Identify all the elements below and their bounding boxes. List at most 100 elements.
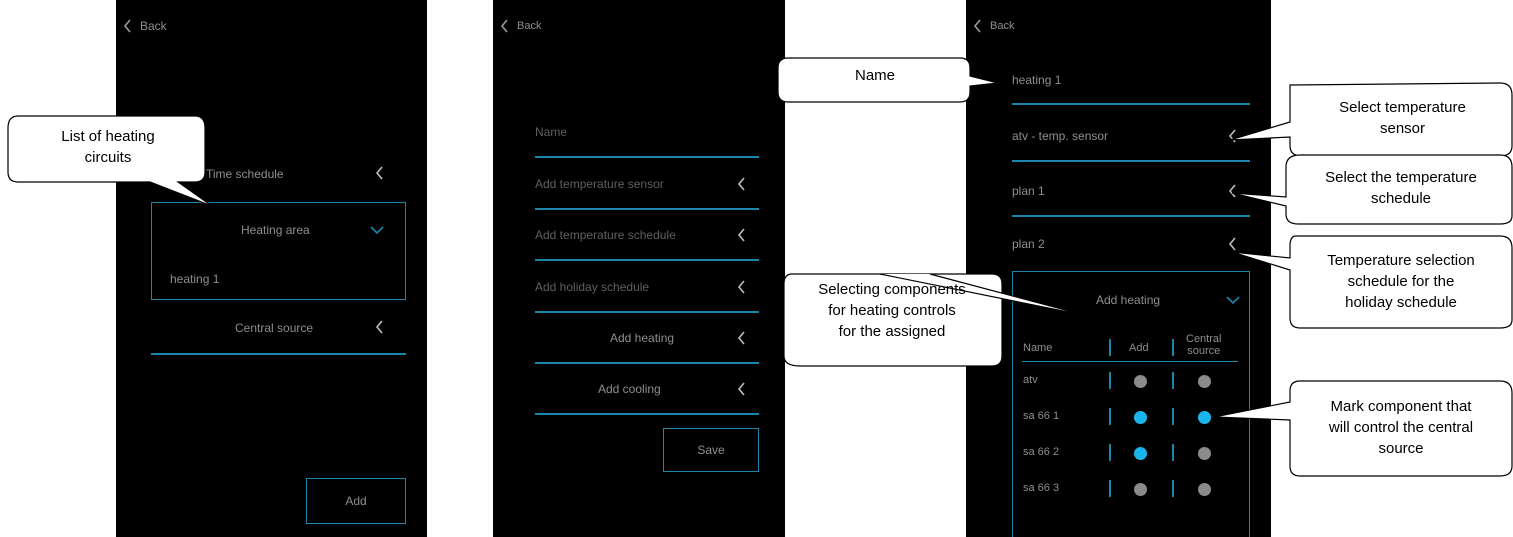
callout-line: Select temperature [1339, 99, 1466, 116]
component-name: sa 66 3 [1023, 482, 1060, 494]
chevron-left-icon[interactable] [737, 177, 746, 191]
divider [535, 259, 759, 261]
callout-line: source [1378, 440, 1424, 457]
chevron-left-icon[interactable] [1228, 237, 1237, 251]
central-source-toggle-dot[interactable] [1198, 411, 1211, 424]
screen-new-heating: Back Name Add temperature sensor Add tem… [493, 0, 785, 537]
divider [535, 208, 759, 210]
callout-line: schedule for the [1347, 273, 1455, 290]
callout-list-heating-text: List of heating circuits [18, 126, 198, 168]
component-name: atv [1023, 374, 1038, 386]
chevron-left-icon[interactable] [737, 331, 746, 345]
temperature-schedule-field[interactable]: plan 1 [1012, 184, 1045, 198]
add-temperature-schedule-label[interactable]: Add temperature schedule [535, 228, 676, 242]
callout-line: Select the temperature [1325, 169, 1477, 186]
callout-line: will control the central [1328, 419, 1474, 436]
back-label: Back [140, 19, 167, 33]
callout-select-sensor-text: Select temperature sensor [1300, 97, 1505, 139]
divider [1012, 215, 1250, 217]
chevron-left-icon[interactable] [737, 280, 746, 294]
chevron-left-icon[interactable] [1228, 184, 1237, 198]
column-separator [1172, 408, 1174, 425]
callout-holiday-text: Temperature selection schedule for the h… [1294, 250, 1508, 313]
callout-selecting-text: Selecting components for heating control… [786, 279, 998, 342]
add-cooling-label[interactable]: Add cooling [598, 382, 661, 396]
column-separator [1172, 339, 1174, 356]
chevron-left-icon[interactable] [1228, 129, 1237, 143]
divider [535, 362, 759, 364]
back-button[interactable]: Back [500, 19, 541, 33]
divider [151, 353, 406, 355]
save-button[interactable]: Save [663, 428, 759, 472]
callout-line: sensor [1379, 120, 1426, 137]
name-input[interactable]: Name [535, 125, 567, 139]
name-field[interactable]: heating 1 [1012, 73, 1061, 87]
table-header-divider [1022, 361, 1238, 362]
divider [535, 311, 759, 313]
component-name: sa 66 2 [1023, 446, 1060, 458]
component-name: sa 66 1 [1023, 410, 1060, 422]
chevron-left-icon [500, 19, 508, 33]
column-separator [1109, 372, 1111, 389]
central-source-toggle-dot[interactable] [1198, 483, 1211, 496]
callout-line: List of heating [61, 128, 155, 145]
central-line2: source [1187, 345, 1221, 357]
callout-line: Temperature selection [1327, 252, 1475, 269]
callout-line: schedule [1370, 190, 1432, 207]
add-holiday-schedule-label[interactable]: Add holiday schedule [535, 280, 649, 294]
add-heating-label[interactable]: Add heating [610, 331, 674, 345]
back-label: Back [990, 20, 1015, 32]
callout-line: Selecting components [818, 281, 966, 298]
callout-name-text: Name [800, 65, 950, 86]
column-separator [1109, 408, 1111, 425]
chevron-left-icon [973, 19, 981, 33]
chevron-left-icon[interactable] [737, 228, 746, 242]
temperature-sensor-field[interactable]: atv - temp. sensor [1012, 129, 1108, 143]
column-header-name: Name [1023, 342, 1053, 354]
chevron-left-icon [375, 320, 383, 334]
divider [535, 413, 759, 415]
central-source-toggle-dot[interactable] [1198, 375, 1211, 388]
screen-heating-list: Back Time schedule Heating area heating … [116, 0, 427, 537]
add-button[interactable]: Add [306, 478, 406, 524]
add-toggle-dot[interactable] [1134, 375, 1147, 388]
column-separator [1172, 480, 1174, 497]
back-label: Back [517, 20, 542, 32]
divider [1012, 160, 1250, 162]
callout-line: Mark component that [1330, 398, 1472, 415]
callout-line: for the assigned [838, 323, 946, 340]
heating-area-label[interactable]: Heating area [241, 223, 310, 237]
add-heating-label[interactable]: Add heating [1096, 293, 1160, 307]
column-header-central-source: Central source [1186, 333, 1221, 357]
chevron-down-icon[interactable] [370, 226, 384, 235]
column-separator [1109, 339, 1111, 356]
add-toggle-dot[interactable] [1134, 411, 1147, 424]
callout-select-schedule-text: Select the temperature schedule [1294, 167, 1508, 209]
column-separator [1109, 480, 1111, 497]
callout-line: circuits [84, 149, 132, 166]
screen-heating-detail: Back heating 1 atv - temp. sensor plan 1… [966, 0, 1271, 537]
column-separator [1109, 444, 1111, 461]
add-temperature-sensor-label[interactable]: Add temperature sensor [535, 177, 664, 191]
divider [1012, 103, 1250, 105]
holiday-schedule-field[interactable]: plan 2 [1012, 237, 1045, 251]
callout-mark-text: Mark component that will control the cen… [1294, 396, 1508, 459]
chevron-down-icon[interactable] [1226, 296, 1240, 305]
divider [535, 156, 759, 158]
central-source-toggle-dot[interactable] [1198, 447, 1211, 460]
back-button[interactable]: Back [973, 19, 1014, 33]
central-source-label: Central source [235, 321, 314, 335]
add-heating-panel [1012, 271, 1250, 537]
time-schedule-label: Time schedule [206, 167, 284, 181]
back-button[interactable]: Back [123, 19, 167, 33]
chevron-left-icon[interactable] [737, 382, 746, 396]
column-separator [1172, 444, 1174, 461]
column-header-add: Add [1129, 342, 1149, 354]
central-line1: Central [1186, 333, 1222, 345]
callout-line: Name [854, 67, 895, 84]
heating-circuit-item[interactable]: heating 1 [170, 272, 219, 286]
column-separator [1172, 372, 1174, 389]
callout-line: for heating controls [828, 302, 956, 319]
add-toggle-dot[interactable] [1134, 483, 1147, 496]
add-toggle-dot[interactable] [1134, 447, 1147, 460]
